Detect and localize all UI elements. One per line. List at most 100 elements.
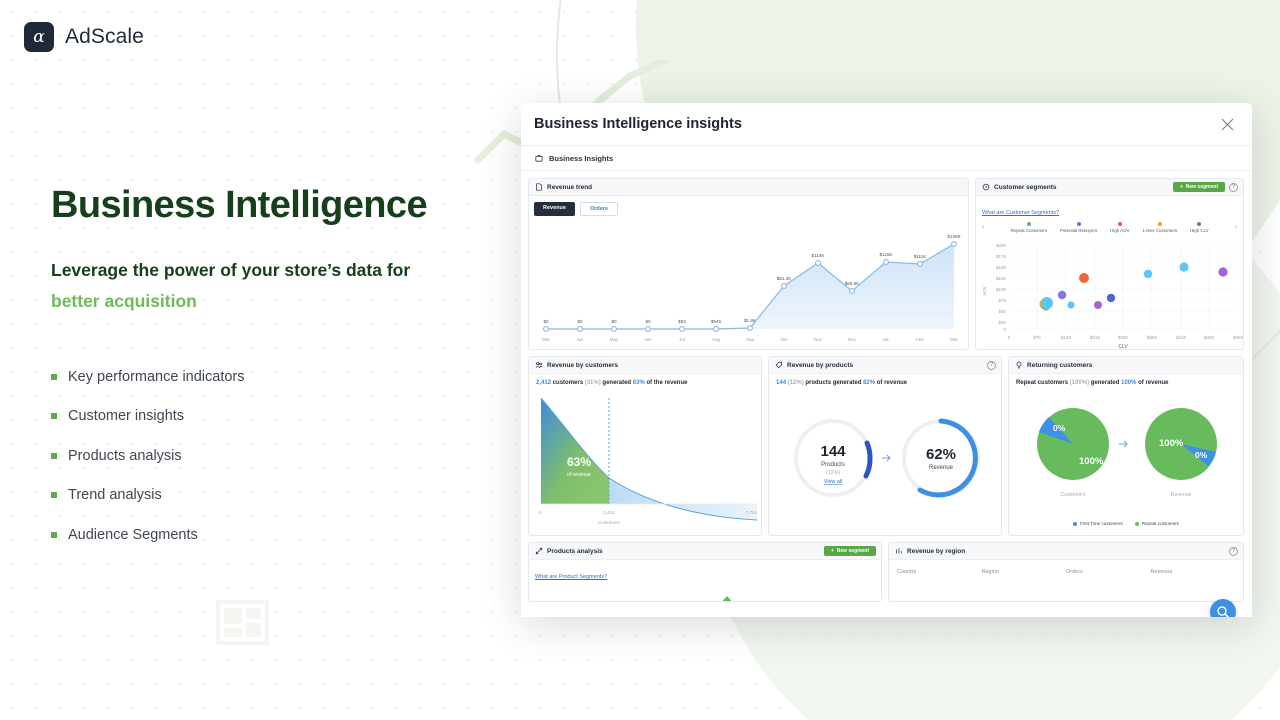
svg-text:Jun: Jun bbox=[644, 337, 652, 342]
logo-wordmark: AdScale bbox=[65, 25, 144, 48]
svg-text:$114K: $114K bbox=[812, 253, 826, 258]
plus-icon: + bbox=[830, 548, 834, 554]
card-title: Products analysis bbox=[547, 547, 603, 555]
bullet-square-icon bbox=[51, 492, 57, 499]
svg-text:$175: $175 bbox=[996, 254, 1007, 259]
breadcrumb-label: Business Insights bbox=[549, 153, 614, 163]
new-segment-button[interactable]: + New segment bbox=[823, 546, 877, 556]
legend-label: First Time customers bbox=[1080, 521, 1123, 526]
svg-text:$1.8K: $1.8K bbox=[744, 318, 757, 323]
legend-dot-icon bbox=[1134, 521, 1139, 526]
tag-icon bbox=[775, 361, 782, 369]
bullet-square-icon bbox=[51, 452, 57, 459]
what-are-customer-segments-link[interactable]: What are Customer Segments? bbox=[982, 210, 1059, 216]
chevron-right-icon[interactable]: › bbox=[1235, 224, 1237, 231]
card-revenue-by-region: Revenue by region ? Country Region Order… bbox=[888, 542, 1244, 602]
legend-item[interactable]: High AOV bbox=[1110, 222, 1129, 233]
svg-text:Revenue: Revenue bbox=[929, 465, 954, 471]
legend-item[interactable]: 1-time Customers bbox=[1142, 222, 1177, 233]
svg-text:(12%): (12%) bbox=[826, 470, 841, 476]
x-axis-label: CLV bbox=[1118, 344, 1128, 350]
card-header: Revenue trend bbox=[529, 179, 969, 196]
legend-dot-icon bbox=[1157, 222, 1162, 226]
card-body: 144 (12%) products generated 62% of reve… bbox=[769, 374, 1001, 535]
summary-stat: Repeat customers (100%) generated 100% o… bbox=[1009, 374, 1243, 386]
modal-header: Business Intelligence insights bbox=[521, 103, 1252, 146]
svg-text:$200: $200 bbox=[996, 243, 1007, 248]
new-segment-button[interactable]: + New segment bbox=[1172, 182, 1225, 192]
returning-customers-legend: First Time customers Repeat customers bbox=[1009, 519, 1243, 526]
column-header-revenue[interactable]: Revenue bbox=[1151, 569, 1236, 575]
revenue-ring: 62% Revenue bbox=[902, 418, 981, 498]
toggle-orders[interactable]: Orders bbox=[579, 202, 618, 216]
card-header: Products analysis + New segment bbox=[529, 543, 882, 560]
svg-text:Aug: Aug bbox=[712, 337, 721, 342]
legend-item[interactable]: First Time customers bbox=[1073, 521, 1123, 526]
svg-text:Customers: Customers bbox=[598, 520, 621, 525]
close-icon[interactable] bbox=[1220, 117, 1235, 132]
card-revenue-trend: Revenue trend Revenue Orders $0 $0 $0 $0… bbox=[528, 178, 970, 350]
svg-text:$0: $0 bbox=[611, 319, 617, 324]
app-logo[interactable]: α AdScale bbox=[24, 22, 144, 52]
legend-item[interactable]: Repeat Customers bbox=[1010, 222, 1047, 233]
feature-label: Audience Segments bbox=[68, 526, 198, 543]
document-icon bbox=[536, 183, 542, 191]
help-icon[interactable]: ? bbox=[987, 360, 997, 370]
feature-list: Key performance indicators Customer insi… bbox=[51, 357, 481, 555]
card-products-analysis: Products analysis + New segment What are… bbox=[528, 542, 883, 602]
help-icon[interactable]: ? bbox=[1229, 182, 1238, 192]
svg-text:Products: Products bbox=[821, 462, 845, 468]
column-header-orders[interactable]: Orders bbox=[1066, 569, 1151, 575]
legend-item[interactable]: High CLV bbox=[1190, 222, 1209, 233]
svg-text:144: 144 bbox=[821, 443, 847, 460]
summary-stat: 2,412 customers (31%) generated 63% of t… bbox=[529, 374, 761, 386]
business-insights-modal: Business Intelligence insights Business … bbox=[521, 103, 1252, 617]
svg-text:May: May bbox=[610, 337, 619, 342]
svg-text:$139K: $139K bbox=[947, 234, 961, 239]
svg-text:0%: 0% bbox=[1195, 450, 1208, 460]
svg-text:0: 0 bbox=[539, 510, 542, 515]
svg-text:$25: $25 bbox=[999, 320, 1007, 325]
briefcase-icon bbox=[535, 155, 543, 162]
column-header-region[interactable]: Region bbox=[982, 569, 1067, 575]
svg-text:$0: $0 bbox=[543, 319, 549, 324]
x-axis-ticks: 0 $70 $140 $210 $280 $350 $420 $490 $560 bbox=[1008, 335, 1243, 340]
summary-stat: 144 (12%) products generated 62% of reve… bbox=[769, 374, 1001, 386]
what-are-product-segments-link[interactable]: What are Product Segments? bbox=[535, 574, 607, 580]
svg-text:7,744: 7,744 bbox=[746, 510, 758, 515]
card-body: What are Customer Segments? ‹ Repeat Cus… bbox=[976, 196, 1243, 350]
region-table-header: Country Region Orders Revenue bbox=[889, 560, 1243, 575]
card-title: Revenue by customers bbox=[547, 361, 619, 369]
expand-icon bbox=[535, 547, 543, 555]
y-axis-label: AOV bbox=[982, 286, 987, 296]
svg-text:$75: $75 bbox=[999, 298, 1007, 303]
legend-item[interactable]: Repeat customers bbox=[1134, 521, 1179, 526]
list-item: Products analysis bbox=[51, 436, 481, 476]
svg-text:$490: $490 bbox=[1204, 335, 1215, 340]
list-item: Customer insights bbox=[51, 397, 481, 437]
search-icon bbox=[1217, 606, 1230, 617]
legend-dot-icon bbox=[1117, 222, 1122, 226]
bars-icon bbox=[896, 548, 902, 554]
hero-subtitle-line2: better acquisition bbox=[51, 290, 197, 311]
legend-dot-icon bbox=[1026, 222, 1031, 226]
plus-icon: + bbox=[1179, 184, 1183, 190]
column-header-country[interactable]: Country bbox=[897, 569, 982, 575]
card-returning-customers: Returning customers Repeat customers (10… bbox=[1008, 356, 1245, 536]
overlay-share-caption: of revenue bbox=[567, 472, 591, 478]
card-title: Revenue trend bbox=[547, 183, 593, 191]
card-header: Customer segments + New segment ? bbox=[976, 179, 1243, 196]
card-title: Revenue by products bbox=[787, 361, 854, 369]
dashboard-grid: Revenue trend Revenue Orders $0 $0 $0 $0… bbox=[521, 171, 1252, 608]
legend-item[interactable]: Potential Rebuyers bbox=[1060, 222, 1097, 233]
svg-text:0: 0 bbox=[1004, 327, 1007, 332]
svg-text:$93: $93 bbox=[678, 319, 686, 324]
help-icon[interactable]: ? bbox=[1229, 546, 1238, 556]
svg-text:$70: $70 bbox=[1033, 335, 1041, 340]
svg-text:62%: 62% bbox=[926, 446, 956, 463]
chevron-left-icon[interactable]: ‹ bbox=[982, 224, 984, 231]
toggle-revenue[interactable]: Revenue bbox=[534, 202, 575, 216]
svg-text:$545: $545 bbox=[711, 319, 722, 324]
breadcrumb[interactable]: Business Insights bbox=[521, 146, 1252, 171]
card-header: Returning customers bbox=[1009, 357, 1244, 374]
